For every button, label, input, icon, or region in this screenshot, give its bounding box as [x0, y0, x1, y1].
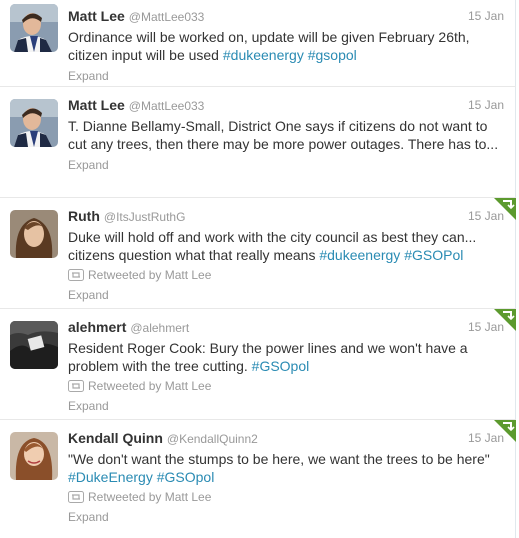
retweet-icon	[68, 269, 84, 281]
retweet-icon	[68, 491, 84, 503]
avatar[interactable]	[10, 99, 58, 147]
tweet-timestamp[interactable]: 15 Jan	[468, 206, 504, 226]
tweet-timestamp[interactable]: 15 Jan	[468, 6, 504, 26]
tweet-text: Resident Roger Cook: Bury the power line…	[68, 339, 500, 375]
hashtag-link[interactable]: #dukeenergy	[319, 247, 400, 263]
tweet-timestamp[interactable]: 15 Jan	[468, 317, 504, 337]
hashtag-link[interactable]: #DukeEnergy	[68, 469, 153, 485]
hashtag-link[interactable]: #GSOPol	[404, 247, 463, 263]
retweeted-by[interactable]: Retweeted by Matt Lee	[68, 489, 504, 505]
expand-link[interactable]: Expand	[68, 287, 504, 303]
tweet-timestamp[interactable]: 15 Jan	[468, 95, 504, 115]
avatar[interactable]	[10, 321, 58, 369]
tweet-username[interactable]: @alehmert	[130, 321, 189, 335]
avatar[interactable]	[10, 432, 58, 480]
tweet-fullname[interactable]: alehmert	[68, 319, 126, 335]
avatar[interactable]	[10, 210, 58, 258]
tweet-username[interactable]: @KendallQuinn2	[167, 432, 258, 446]
avatar[interactable]	[10, 4, 58, 52]
tweet[interactable]: Matt Lee @MattLee033 15 Jan T. Dianne Bel…	[0, 87, 516, 198]
tweet-text: Duke will hold off and work with the cit…	[68, 228, 500, 264]
expand-link[interactable]: Expand	[68, 68, 504, 84]
tweet-fullname[interactable]: Matt Lee	[68, 8, 125, 24]
tweet-text-segment: T. Dianne Bellamy-Small, District One sa…	[68, 118, 499, 152]
tweet[interactable]: Ruth @ItsJustRuthG 15 Jan Duke will hold …	[0, 198, 516, 309]
hashtag-link[interactable]: #gsopol	[308, 47, 357, 63]
tweet-username[interactable]: @MattLee033	[129, 99, 205, 113]
tweet-timestamp[interactable]: 15 Jan	[468, 428, 504, 448]
hashtag-link[interactable]: #GSOpol	[157, 469, 215, 485]
hashtag-link[interactable]: #dukeenergy	[223, 47, 304, 63]
retweeted-by[interactable]: Retweeted by Matt Lee	[68, 378, 504, 394]
tweet-fullname[interactable]: Matt Lee	[68, 97, 125, 113]
expand-link[interactable]: Expand	[68, 509, 504, 525]
expand-link[interactable]: Expand	[68, 398, 504, 414]
retweeted-by[interactable]: Retweeted by Matt Lee	[68, 267, 504, 283]
tweet[interactable]: Matt Lee @MattLee033 15 Jan Ordinance wil…	[0, 0, 516, 87]
tweet-text: T. Dianne Bellamy-Small, District One sa…	[68, 117, 500, 153]
tweet-username[interactable]: @MattLee033	[129, 10, 205, 24]
tweet-timeline: Matt Lee @MattLee033 15 Jan Ordinance wil…	[0, 0, 516, 538]
retweeted-by-label[interactable]: Retweeted by Matt Lee	[88, 490, 211, 504]
retweeted-by-label[interactable]: Retweeted by Matt Lee	[88, 268, 211, 282]
tweet-text: "We don't want the stumps to be here, we…	[68, 450, 500, 486]
tweet[interactable]: Kendall Quinn @KendallQuinn2 15 Jan "We d…	[0, 420, 516, 538]
tweet-fullname[interactable]: Kendall Quinn	[68, 430, 163, 446]
tweet-text-segment: "We don't want the stumps to be here, we…	[68, 451, 490, 467]
retweet-icon	[68, 380, 84, 392]
tweet-username[interactable]: @ItsJustRuthG	[104, 210, 186, 224]
tweet[interactable]: alehmert @alehmert 15 Jan Resident Roger …	[0, 309, 516, 420]
tweet-text: Ordinance will be worked on, update will…	[68, 28, 500, 64]
expand-link[interactable]: Expand	[68, 157, 504, 173]
hashtag-link[interactable]: #GSOpol	[252, 358, 310, 374]
retweeted-by-label[interactable]: Retweeted by Matt Lee	[88, 379, 211, 393]
tweet-fullname[interactable]: Ruth	[68, 208, 100, 224]
